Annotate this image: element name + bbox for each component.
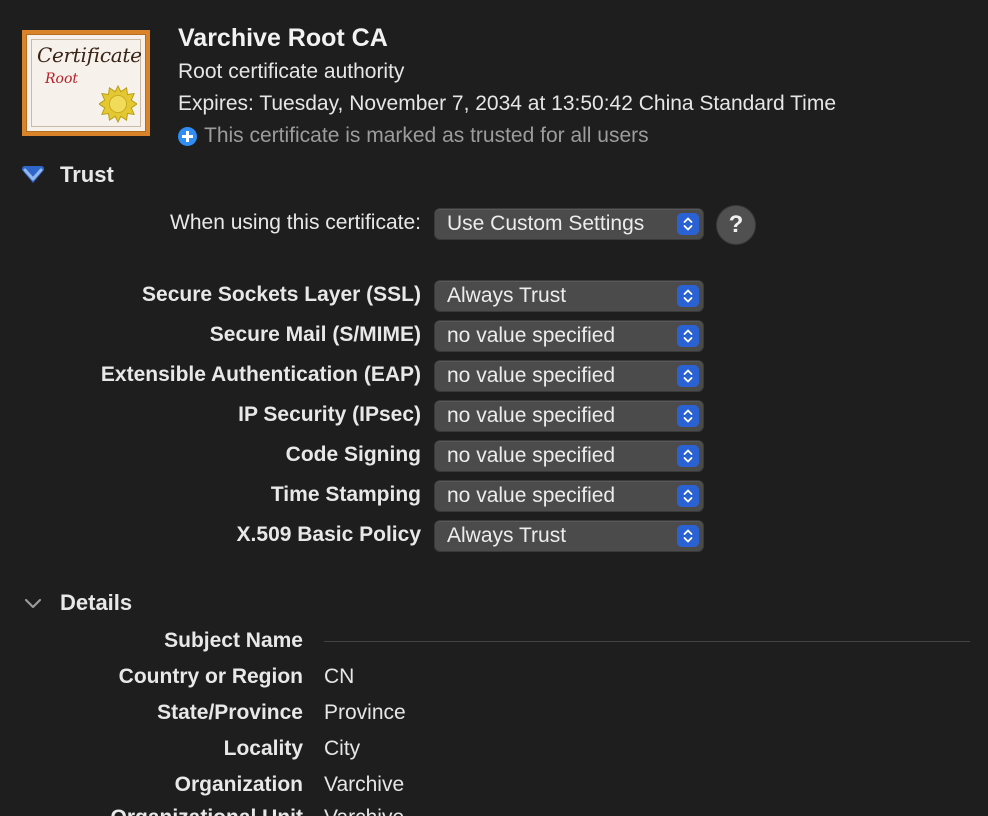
chevron-down-icon[interactable]	[18, 590, 48, 616]
ipsec-trust-popup[interactable]: no value specified	[434, 400, 704, 432]
detail-label: Country or Region	[118, 665, 303, 688]
trust-row-value: Always Trust	[447, 524, 567, 547]
certificate-paper: Certificate Root	[26, 34, 146, 132]
trust-row-value: no value specified	[447, 324, 616, 347]
certificate-thumbnail-word: Certificate	[37, 43, 142, 67]
up-down-chevrons-icon	[677, 285, 699, 307]
trust-row-value: no value specified	[447, 404, 616, 427]
detail-value: Province	[324, 701, 406, 724]
details-section-title: Details	[60, 590, 133, 615]
trust-section-title: Trust	[60, 162, 114, 187]
plus-circle-icon	[178, 126, 197, 146]
up-down-chevrons-icon	[677, 525, 699, 547]
trust-row-value: no value specified	[447, 444, 616, 467]
certificate-expiry: Expires: Tuesday, November 7, 2034 at 13…	[178, 92, 836, 115]
detail-value: CN	[324, 665, 355, 688]
up-down-chevrons-icon	[677, 405, 699, 427]
trust-row-value: no value specified	[447, 484, 616, 507]
trust-section-header[interactable]: Trust	[18, 162, 114, 188]
code-signing-trust-popup[interactable]: no value specified	[434, 440, 704, 472]
detail-label: State/Province	[157, 701, 303, 724]
trust-row-label: X.509 Basic Policy	[236, 523, 421, 546]
trusted-status: This certificate is marked as trusted fo…	[178, 124, 649, 148]
subject-name-divider	[324, 641, 970, 642]
trust-row-value: Always Trust	[447, 284, 567, 307]
certificate-thumbnail-root: Root	[45, 71, 79, 87]
trust-row-label: IP Security (IPsec)	[238, 403, 421, 426]
subject-name-heading: Subject Name	[164, 629, 303, 652]
detail-value: Varchive	[324, 773, 405, 796]
certificate-thumbnail-icon: Certificate Root	[22, 30, 150, 136]
x509-basic-policy-trust-popup[interactable]: Always Trust	[434, 520, 704, 552]
detail-label: Organizational Unit	[110, 806, 303, 816]
trusted-status-text: This certificate is marked as trusted fo…	[204, 124, 649, 147]
details-section-header[interactable]: Details	[18, 590, 132, 616]
certificate-title: Varchive Root CA	[178, 24, 388, 52]
trust-row-value: no value specified	[447, 364, 616, 387]
detail-label: Locality	[223, 737, 303, 760]
trust-row-label: Code Signing	[285, 443, 421, 466]
detail-label: Organization	[174, 773, 303, 796]
smime-trust-popup[interactable]: no value specified	[434, 320, 704, 352]
eap-trust-popup[interactable]: no value specified	[434, 360, 704, 392]
up-down-chevrons-icon	[677, 365, 699, 387]
certificate-window: Certificate Root Varchive Root CA Root c…	[0, 0, 988, 816]
time-stamping-trust-popup[interactable]: no value specified	[434, 480, 704, 512]
up-down-chevrons-icon	[677, 325, 699, 347]
trust-row-label: Secure Sockets Layer (SSL)	[142, 283, 421, 306]
trust-row-label: Secure Mail (S/MIME)	[209, 323, 421, 346]
certificate-subtitle: Root certificate authority	[178, 60, 405, 83]
up-down-chevrons-icon	[677, 445, 699, 467]
trust-row-label: Time Stamping	[270, 483, 421, 506]
detail-value: City	[324, 737, 361, 760]
ssl-trust-popup[interactable]: Always Trust	[434, 280, 704, 312]
up-down-chevrons-icon	[677, 213, 699, 235]
trust-row-label: Extensible Authentication (EAP)	[100, 363, 421, 386]
help-button[interactable]: ?	[716, 205, 756, 245]
chevron-down-icon[interactable]	[18, 162, 48, 188]
when-using-label: When using this certificate:	[170, 211, 421, 234]
up-down-chevrons-icon	[677, 485, 699, 507]
gold-seal-icon	[99, 85, 137, 123]
detail-value: Varchive	[324, 806, 404, 816]
when-using-value: Use Custom Settings	[447, 212, 645, 235]
when-using-popup[interactable]: Use Custom Settings	[434, 208, 704, 240]
